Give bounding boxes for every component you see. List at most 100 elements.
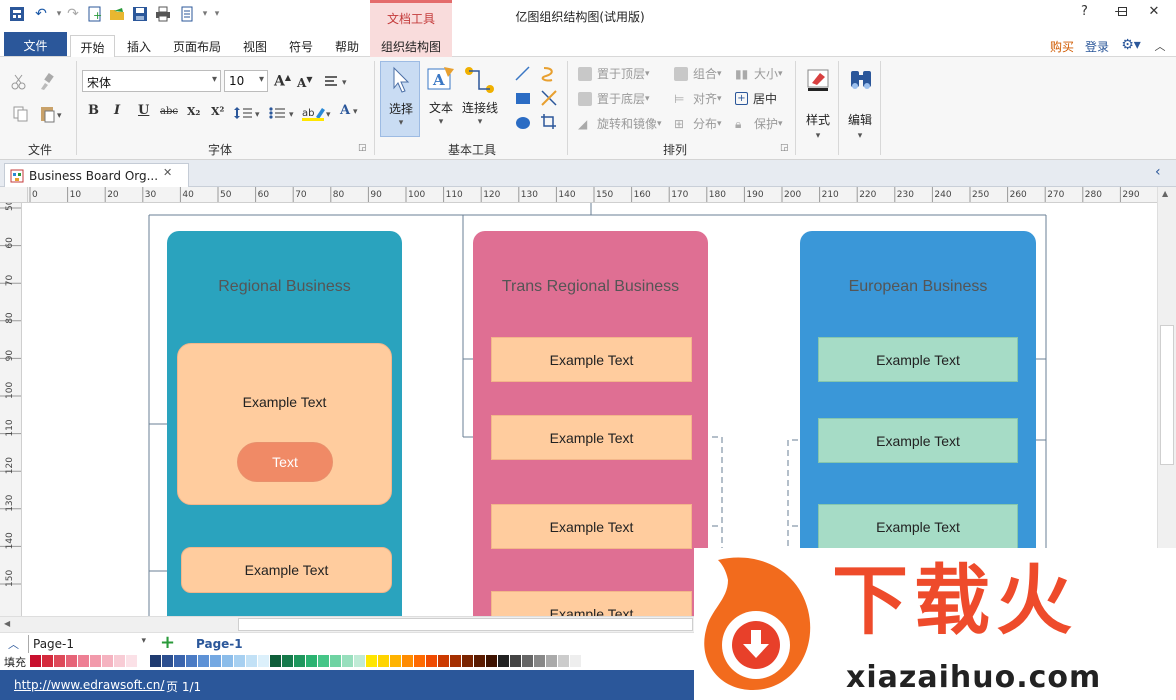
bullet-list-icon[interactable]: ▾ xyxy=(268,105,298,121)
font-dialog-launcher-icon[interactable]: ◲ xyxy=(358,143,367,153)
rotate-mirror-button[interactable]: ◢ 旋转和镜像 ▾ xyxy=(578,115,662,132)
color-swatch[interactable] xyxy=(390,655,402,667)
underline-button[interactable]: U xyxy=(138,103,149,118)
paragraph-align-icon[interactable]: ▾ xyxy=(323,74,351,90)
color-swatch[interactable] xyxy=(198,655,210,667)
line-tool-icon[interactable] xyxy=(514,65,532,83)
color-swatch[interactable] xyxy=(282,655,294,667)
text-tool-button[interactable]: A 文本 ▾ xyxy=(424,61,458,137)
page-panel-toggle-icon[interactable]: ︿ xyxy=(8,636,19,652)
color-swatch[interactable] xyxy=(462,655,474,667)
color-swatch[interactable] xyxy=(306,655,318,667)
color-swatch[interactable] xyxy=(186,655,198,667)
page-select[interactable]: Page-1 ▾ xyxy=(28,635,150,653)
subscript-button[interactable]: X₂ xyxy=(187,105,200,118)
grow-font-button[interactable]: A▲ xyxy=(274,72,291,90)
font-size-select[interactable]: 10 xyxy=(224,70,268,92)
select-dropdown-icon[interactable]: ▾ xyxy=(381,118,421,128)
color-swatch[interactable] xyxy=(510,655,522,667)
close-window-button[interactable]: ✕ xyxy=(1143,4,1165,22)
ellipse-tool-icon[interactable] xyxy=(514,113,532,131)
italic-button[interactable]: I xyxy=(114,103,120,118)
color-swatch[interactable] xyxy=(150,655,162,667)
european-box-3[interactable]: Example Text xyxy=(818,504,1018,549)
curve-tool-icon[interactable] xyxy=(540,65,558,83)
website-link[interactable]: http://www.edrawsoft.cn/ xyxy=(14,678,164,692)
color-swatch[interactable] xyxy=(294,655,306,667)
color-swatch[interactable] xyxy=(258,655,270,667)
font-color-button[interactable]: A ▾ xyxy=(340,103,357,118)
color-swatch[interactable] xyxy=(90,655,102,667)
line-spacing-icon[interactable]: ▾ xyxy=(234,105,264,121)
color-swatch[interactable] xyxy=(234,655,246,667)
color-swatch[interactable] xyxy=(474,655,486,667)
open-folder-icon[interactable] xyxy=(108,5,126,23)
color-swatch[interactable] xyxy=(42,655,54,667)
buy-link[interactable]: 购买 xyxy=(1043,35,1081,57)
align-button[interactable]: ⊨ 对齐 ▾ xyxy=(674,90,722,107)
page-tab[interactable]: Page-1 xyxy=(196,637,243,651)
arrange-dialog-launcher-icon[interactable]: ◲ xyxy=(780,143,789,153)
crop-tool-icon[interactable] xyxy=(540,113,558,131)
color-swatch[interactable] xyxy=(438,655,450,667)
european-box-1[interactable]: Example Text xyxy=(818,337,1018,382)
color-swatch[interactable] xyxy=(138,655,150,667)
node-edit-tool-icon[interactable] xyxy=(540,89,558,107)
close-document-tab-button[interactable]: ✕ xyxy=(163,166,172,179)
select-tool-button[interactable]: 选择 ▾ xyxy=(380,61,420,137)
color-swatch[interactable] xyxy=(414,655,426,667)
color-swatch[interactable] xyxy=(522,655,534,667)
print-icon[interactable] xyxy=(154,5,172,23)
color-swatch[interactable] xyxy=(126,655,138,667)
color-swatch[interactable] xyxy=(354,655,366,667)
add-page-button[interactable]: + xyxy=(160,632,175,653)
tab-insert[interactable]: 插入 xyxy=(120,35,158,57)
connector-tool-button[interactable]: 连接线 ▾ xyxy=(460,61,500,137)
tab-help[interactable]: 帮助 xyxy=(328,35,366,57)
color-swatch[interactable] xyxy=(402,655,414,667)
connector-dropdown-icon[interactable]: ▾ xyxy=(460,117,500,127)
color-swatch[interactable] xyxy=(270,655,282,667)
question-icon[interactable]: ? xyxy=(1081,4,1088,19)
size-button[interactable]: ▮▮ 大小 ▾ xyxy=(735,65,783,82)
settings-gear-icon[interactable]: ⚙▾ xyxy=(1117,34,1145,56)
center-button[interactable]: + 居中 xyxy=(735,90,777,107)
group-button[interactable]: 组合 ▾ xyxy=(674,65,722,82)
tab-page-layout[interactable]: 页面布局 xyxy=(166,35,228,57)
color-swatch[interactable] xyxy=(498,655,510,667)
vertical-scroll-thumb[interactable] xyxy=(1160,325,1174,465)
style-button[interactable]: 样式 ▾ xyxy=(800,63,836,149)
color-swatch[interactable] xyxy=(342,655,354,667)
color-swatch[interactable] xyxy=(330,655,342,667)
format-painter-icon[interactable] xyxy=(38,73,60,91)
paste-icon[interactable]: ▾ xyxy=(40,105,66,123)
style-dropdown-icon[interactable]: ▾ xyxy=(800,131,836,141)
protect-button[interactable]: 🔒︎ 保护 ▾ xyxy=(735,115,783,132)
horizontal-scroll-thumb[interactable] xyxy=(238,618,693,631)
trans-regional-business-container[interactable]: Trans Regional Business Example Text Exa… xyxy=(473,231,708,616)
tab-symbols[interactable]: 符号 xyxy=(282,35,320,57)
customize-quick-access-icon[interactable]: ▾ xyxy=(208,5,226,23)
trans-box-2[interactable]: Example Text xyxy=(491,415,692,460)
cut-icon[interactable] xyxy=(10,73,32,91)
distribute-button[interactable]: ⊞ 分布 ▾ xyxy=(674,115,722,132)
scroll-up-icon[interactable]: ▲ xyxy=(1162,189,1168,198)
copy-icon[interactable] xyxy=(12,105,32,123)
bold-button[interactable]: B xyxy=(88,103,99,118)
scroll-left-icon[interactable]: ◀ xyxy=(4,619,10,628)
color-swatch[interactable] xyxy=(570,655,582,667)
color-swatch[interactable] xyxy=(78,655,90,667)
collapse-ribbon-icon[interactable]: ︿ xyxy=(1150,35,1170,57)
send-to-back-button[interactable]: 置于底层 ▾ xyxy=(578,90,650,107)
strikethrough-button[interactable]: abc xyxy=(160,106,178,117)
tab-org-chart[interactable]: 组织结构图 xyxy=(370,31,452,57)
color-swatch[interactable] xyxy=(366,655,378,667)
maximize-button[interactable] xyxy=(1111,2,1133,20)
font-family-select[interactable]: 宋体 xyxy=(82,70,221,92)
tab-view[interactable]: 视图 xyxy=(236,35,274,57)
superscript-button[interactable]: X² xyxy=(211,105,224,118)
edit-button[interactable]: 编辑 ▾ xyxy=(842,63,878,149)
color-swatch[interactable] xyxy=(30,655,42,667)
color-swatch[interactable] xyxy=(546,655,558,667)
trans-box-1[interactable]: Example Text xyxy=(491,337,692,382)
